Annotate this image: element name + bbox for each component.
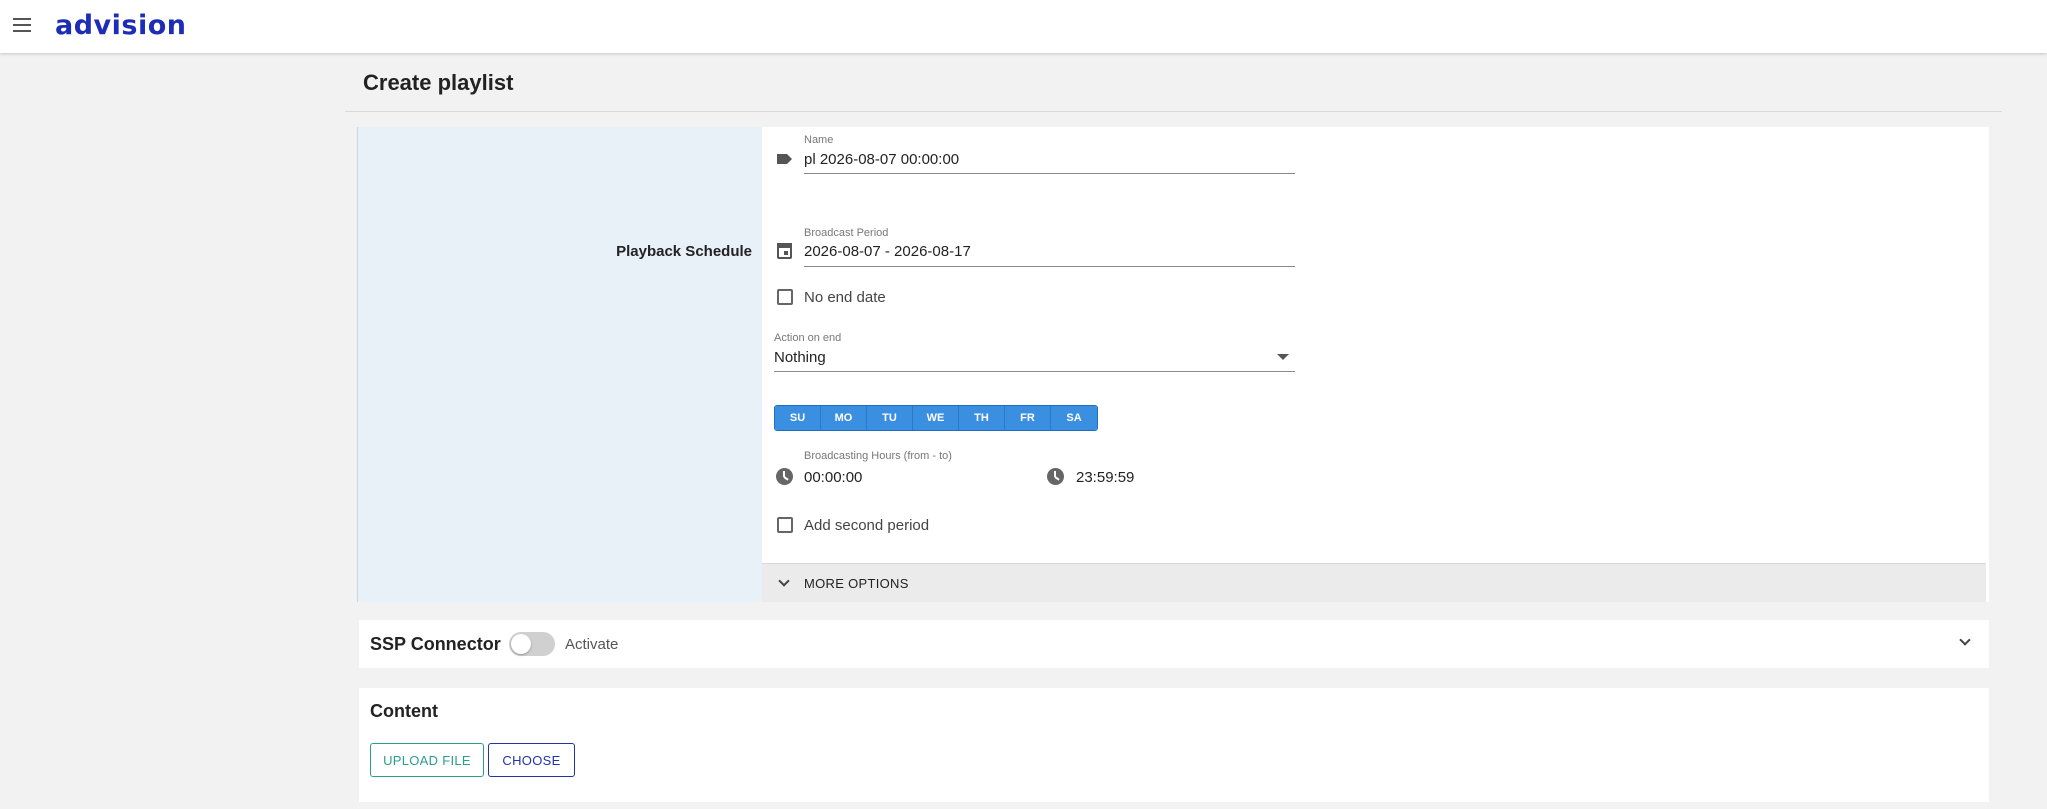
name-input-underline xyxy=(804,173,1295,174)
app-bar: advision xyxy=(0,0,2047,53)
name-input[interactable]: pl 2026-08-07 00:00:00 xyxy=(804,151,959,168)
hours-from-input[interactable]: 00:00:00 xyxy=(804,469,862,486)
action-on-end-label: Action on end xyxy=(774,332,842,344)
ssp-connector-card: SSP Connector Activate xyxy=(359,620,1989,668)
schedule-label-column: Playback Schedule xyxy=(357,127,762,602)
day-button-tu[interactable]: TU xyxy=(867,406,913,430)
day-button-th[interactable]: TH xyxy=(959,406,1005,430)
more-options-expander[interactable]: MORE OPTIONS xyxy=(762,563,1986,602)
broadcast-period-underline xyxy=(804,266,1295,267)
hours-to-input[interactable]: 23:59:59 xyxy=(1076,469,1134,486)
weekday-selector: SU MO TU WE TH FR SA xyxy=(774,405,1098,431)
broadcasting-hours-label: Broadcasting Hours (from - to) xyxy=(804,450,952,462)
no-end-date-label: No end date xyxy=(804,289,886,306)
action-on-end-underline xyxy=(774,371,1295,372)
day-button-su[interactable]: SU xyxy=(775,406,821,430)
upload-file-button[interactable]: UPLOAD FILE xyxy=(370,743,484,777)
title-divider xyxy=(345,111,2002,112)
clock-icon[interactable] xyxy=(776,468,793,485)
day-button-sa[interactable]: SA xyxy=(1051,406,1097,430)
add-second-period-checkbox[interactable] xyxy=(777,517,793,533)
menu-icon[interactable] xyxy=(13,18,31,32)
chevron-down-icon[interactable] xyxy=(1959,634,1971,646)
app-logo[interactable]: advision xyxy=(55,10,187,41)
schedule-section-label: Playback Schedule xyxy=(616,243,752,260)
day-button-we[interactable]: WE xyxy=(913,406,959,430)
choose-button[interactable]: CHOOSE xyxy=(488,743,575,777)
broadcast-period-label: Broadcast Period xyxy=(804,227,889,239)
label-tag-icon xyxy=(777,154,792,164)
action-on-end-select[interactable]: Nothing xyxy=(774,349,826,366)
ssp-activate-label: Activate xyxy=(565,636,619,653)
name-field-label: Name xyxy=(804,134,834,146)
add-second-period-label: Add second period xyxy=(804,517,930,534)
content-title: Content xyxy=(370,701,438,721)
calendar-icon[interactable] xyxy=(777,243,792,259)
content-card: Content UPLOAD FILE CHOOSE xyxy=(359,688,1989,802)
day-button-mo[interactable]: MO xyxy=(821,406,867,430)
page-title: Create playlist xyxy=(363,70,514,95)
broadcast-period-input[interactable]: 2026-08-07 - 2026-08-17 xyxy=(804,243,971,260)
more-options-label: MORE OPTIONS xyxy=(804,576,909,591)
chevron-down-icon xyxy=(778,575,790,587)
no-end-date-checkbox[interactable] xyxy=(777,289,793,305)
ssp-connector-title: SSP Connector xyxy=(370,634,501,654)
toggle-knob xyxy=(511,634,531,654)
playback-schedule-card: Playback Schedule xyxy=(357,127,1989,602)
dropdown-arrow-icon[interactable] xyxy=(1277,354,1289,360)
clock-icon[interactable] xyxy=(1047,468,1064,485)
ssp-activate-toggle[interactable] xyxy=(509,632,555,656)
day-button-fr[interactable]: FR xyxy=(1005,406,1051,430)
